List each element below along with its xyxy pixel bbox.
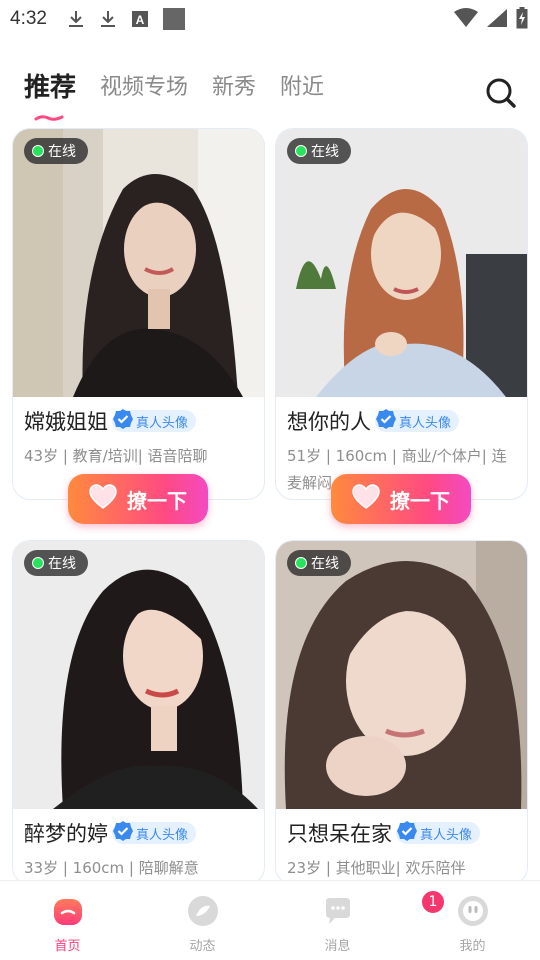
status-right <box>454 7 528 33</box>
verified-icon <box>112 820 134 846</box>
nav-profile-label: 我的 <box>459 939 486 954</box>
tab-nearby[interactable]: 附近 <box>280 68 324 108</box>
message-icon <box>322 895 354 931</box>
profile-desc: 23岁 | 其他职业| 欢乐陪伴 <box>287 859 466 877</box>
bottom-nav: 首页 动态 消息 1 我的 <box>0 880 540 960</box>
verified-label: 真人头像 <box>136 415 189 431</box>
nav-feed-label: 动态 <box>189 939 216 954</box>
nav-messages[interactable]: 消息 1 <box>270 881 446 960</box>
nav-messages-label: 消息 <box>324 939 351 954</box>
online-badge: 在线 <box>24 138 88 164</box>
online-dot <box>32 145 44 157</box>
verified-label: 真人头像 <box>420 827 473 843</box>
verified-badge: 真人头像 <box>375 408 460 434</box>
name-row: 嫦娥姐姐 真人头像 <box>13 397 264 437</box>
wifi-icon <box>454 8 478 32</box>
verified-icon <box>375 408 397 434</box>
heart-icon <box>89 483 117 515</box>
online-badge: 在线 <box>287 550 351 576</box>
profile-card[interactable]: 在线 醉梦的婷 真人头像 33岁 | 160cm | 陪聊解意 <box>12 540 265 885</box>
verified-badge: 真人头像 <box>112 408 197 434</box>
nav-profile[interactable]: 我的 <box>405 881 540 960</box>
online-dot <box>295 557 307 569</box>
profile-card[interactable]: 在线 想你的人 真人头像 51岁 | 160cm | 商业/个体户| 连麦解闷 <box>275 128 528 500</box>
search-icon[interactable] <box>484 76 518 110</box>
square-icon <box>162 8 185 30</box>
online-dot <box>295 145 307 157</box>
verified-label: 真人头像 <box>136 827 189 843</box>
verified-icon <box>112 408 134 434</box>
online-label: 在线 <box>311 556 339 572</box>
name-row: 醉梦的婷 真人头像 <box>13 809 264 849</box>
online-label: 在线 <box>48 556 76 572</box>
online-badge: 在线 <box>24 550 88 576</box>
like-button[interactable]: 撩一下 <box>331 474 471 524</box>
profile-desc: 33岁 | 160cm | 陪聊解意 <box>24 859 199 877</box>
name-row: 只想呆在家 真人头像 <box>276 809 527 849</box>
status-bar: 4:32 A <box>0 0 540 38</box>
download-icon <box>99 9 117 29</box>
profile-name: 嫦娥姐姐 <box>24 410 108 434</box>
heart-icon <box>352 483 380 515</box>
tab-newcomers[interactable]: 新秀 <box>212 68 256 108</box>
name-row: 想你的人 真人头像 <box>276 397 527 437</box>
battery-icon <box>516 7 528 33</box>
verified-label: 真人头像 <box>399 415 452 431</box>
like-button[interactable]: 撩一下 <box>68 474 208 524</box>
tab-indicator <box>34 108 64 127</box>
signal-icon <box>486 8 508 32</box>
profile-photo: 在线 <box>276 129 527 397</box>
profile-desc: 43岁 | 教育/培训| 语音陪聊 <box>24 447 208 465</box>
online-dot <box>32 557 44 569</box>
category-tabs: 推荐 视频专场 新秀 附近 <box>24 68 324 121</box>
svg-text:A: A <box>136 13 145 27</box>
profile-name: 只想呆在家 <box>287 822 392 846</box>
profile-name: 醉梦的婷 <box>24 822 108 846</box>
nav-home-label: 首页 <box>54 939 81 954</box>
download-icon <box>67 9 85 29</box>
nav-feed[interactable]: 动态 <box>135 881 270 960</box>
like-label: 撩一下 <box>390 488 450 513</box>
status-time: 4:32 <box>10 8 47 29</box>
profile-name: 想你的人 <box>287 410 371 434</box>
home-icon <box>52 895 84 931</box>
nav-home[interactable]: 首页 <box>0 881 135 960</box>
verified-icon <box>396 820 418 846</box>
profile-icon <box>457 895 489 931</box>
online-badge: 在线 <box>287 138 351 164</box>
online-label: 在线 <box>311 144 339 160</box>
profile-card[interactable]: 在线 嫦娥姐姐 真人头像 43岁 | 教育/培训| 语音陪聊 <box>12 128 265 500</box>
profile-photo: 在线 <box>13 541 264 809</box>
verified-badge: 真人头像 <box>112 820 197 846</box>
tab-video[interactable]: 视频专场 <box>100 68 188 108</box>
profile-card[interactable]: 在线 只想呆在家 真人头像 23岁 | 其他职业| 欢乐陪伴 <box>275 540 528 885</box>
a-box-icon: A <box>131 10 149 28</box>
profile-photo: 在线 <box>13 129 264 397</box>
like-label: 撩一下 <box>127 488 187 513</box>
verified-badge: 真人头像 <box>396 820 481 846</box>
online-label: 在线 <box>48 144 76 160</box>
profile-photo: 在线 <box>276 541 527 809</box>
feed-icon <box>187 895 219 931</box>
tab-recommend[interactable]: 推荐 <box>24 68 76 108</box>
